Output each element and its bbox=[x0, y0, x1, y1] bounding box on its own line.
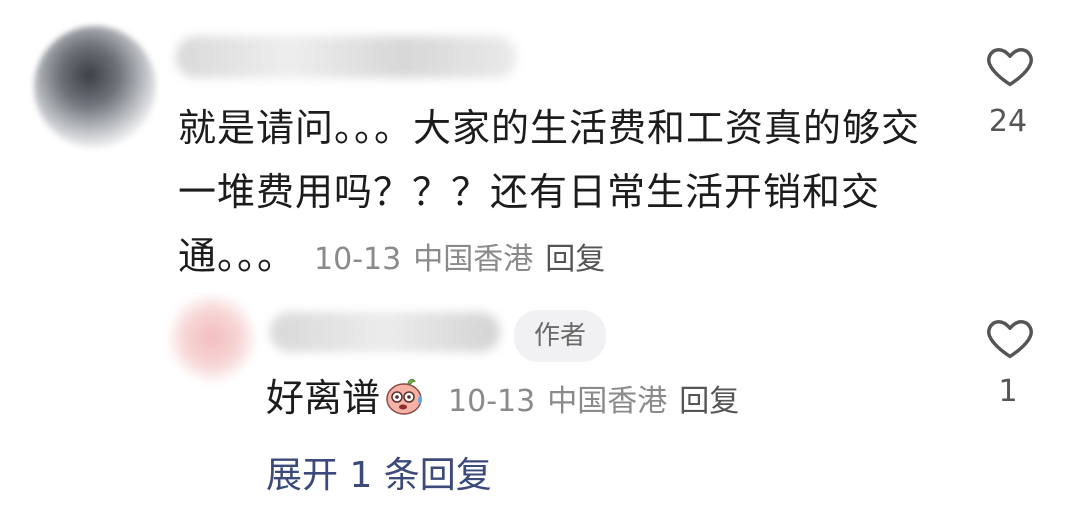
commenter-name-blurred[interactable] bbox=[176, 36, 516, 78]
comment-like-heart-icon[interactable] bbox=[984, 40, 1036, 92]
author-badge: 作者 bbox=[514, 310, 606, 362]
replier-avatar[interactable] bbox=[168, 294, 256, 382]
reply-date: 10-13 bbox=[448, 384, 536, 419]
reply-body[interactable]: 好离谱 10-13 中国香港 回复 bbox=[266, 368, 966, 432]
reply-like-count: 1 bbox=[998, 374, 1018, 409]
reply-reply-button[interactable]: 回复 bbox=[679, 384, 739, 419]
reply-meta: 10-13 中国香港 回复 bbox=[448, 384, 751, 419]
replier-name-blurred[interactable] bbox=[270, 312, 500, 352]
sweat-face-emoji-icon bbox=[386, 378, 423, 415]
comment-body[interactable]: 就是请问。。。大家的生活费和工资真的够交一堆费用吗？？？还有日常生活开销和交通。… bbox=[178, 96, 938, 292]
comment-date: 10-13 bbox=[314, 242, 402, 277]
comment-meta: 10-13 中国香港 回复 bbox=[314, 242, 617, 277]
expand-replies-button[interactable]: 展开 1 条回复 bbox=[266, 446, 492, 498]
comment-reply-button[interactable]: 回复 bbox=[545, 242, 605, 277]
comment-like-count: 24 bbox=[988, 104, 1028, 139]
reply-location: 中国香港 bbox=[547, 384, 668, 419]
comment-location: 中国香港 bbox=[413, 242, 534, 277]
reply-like-heart-icon[interactable] bbox=[984, 312, 1036, 364]
commenter-avatar[interactable] bbox=[34, 26, 156, 148]
reply-text: 好离谱 bbox=[266, 376, 381, 420]
